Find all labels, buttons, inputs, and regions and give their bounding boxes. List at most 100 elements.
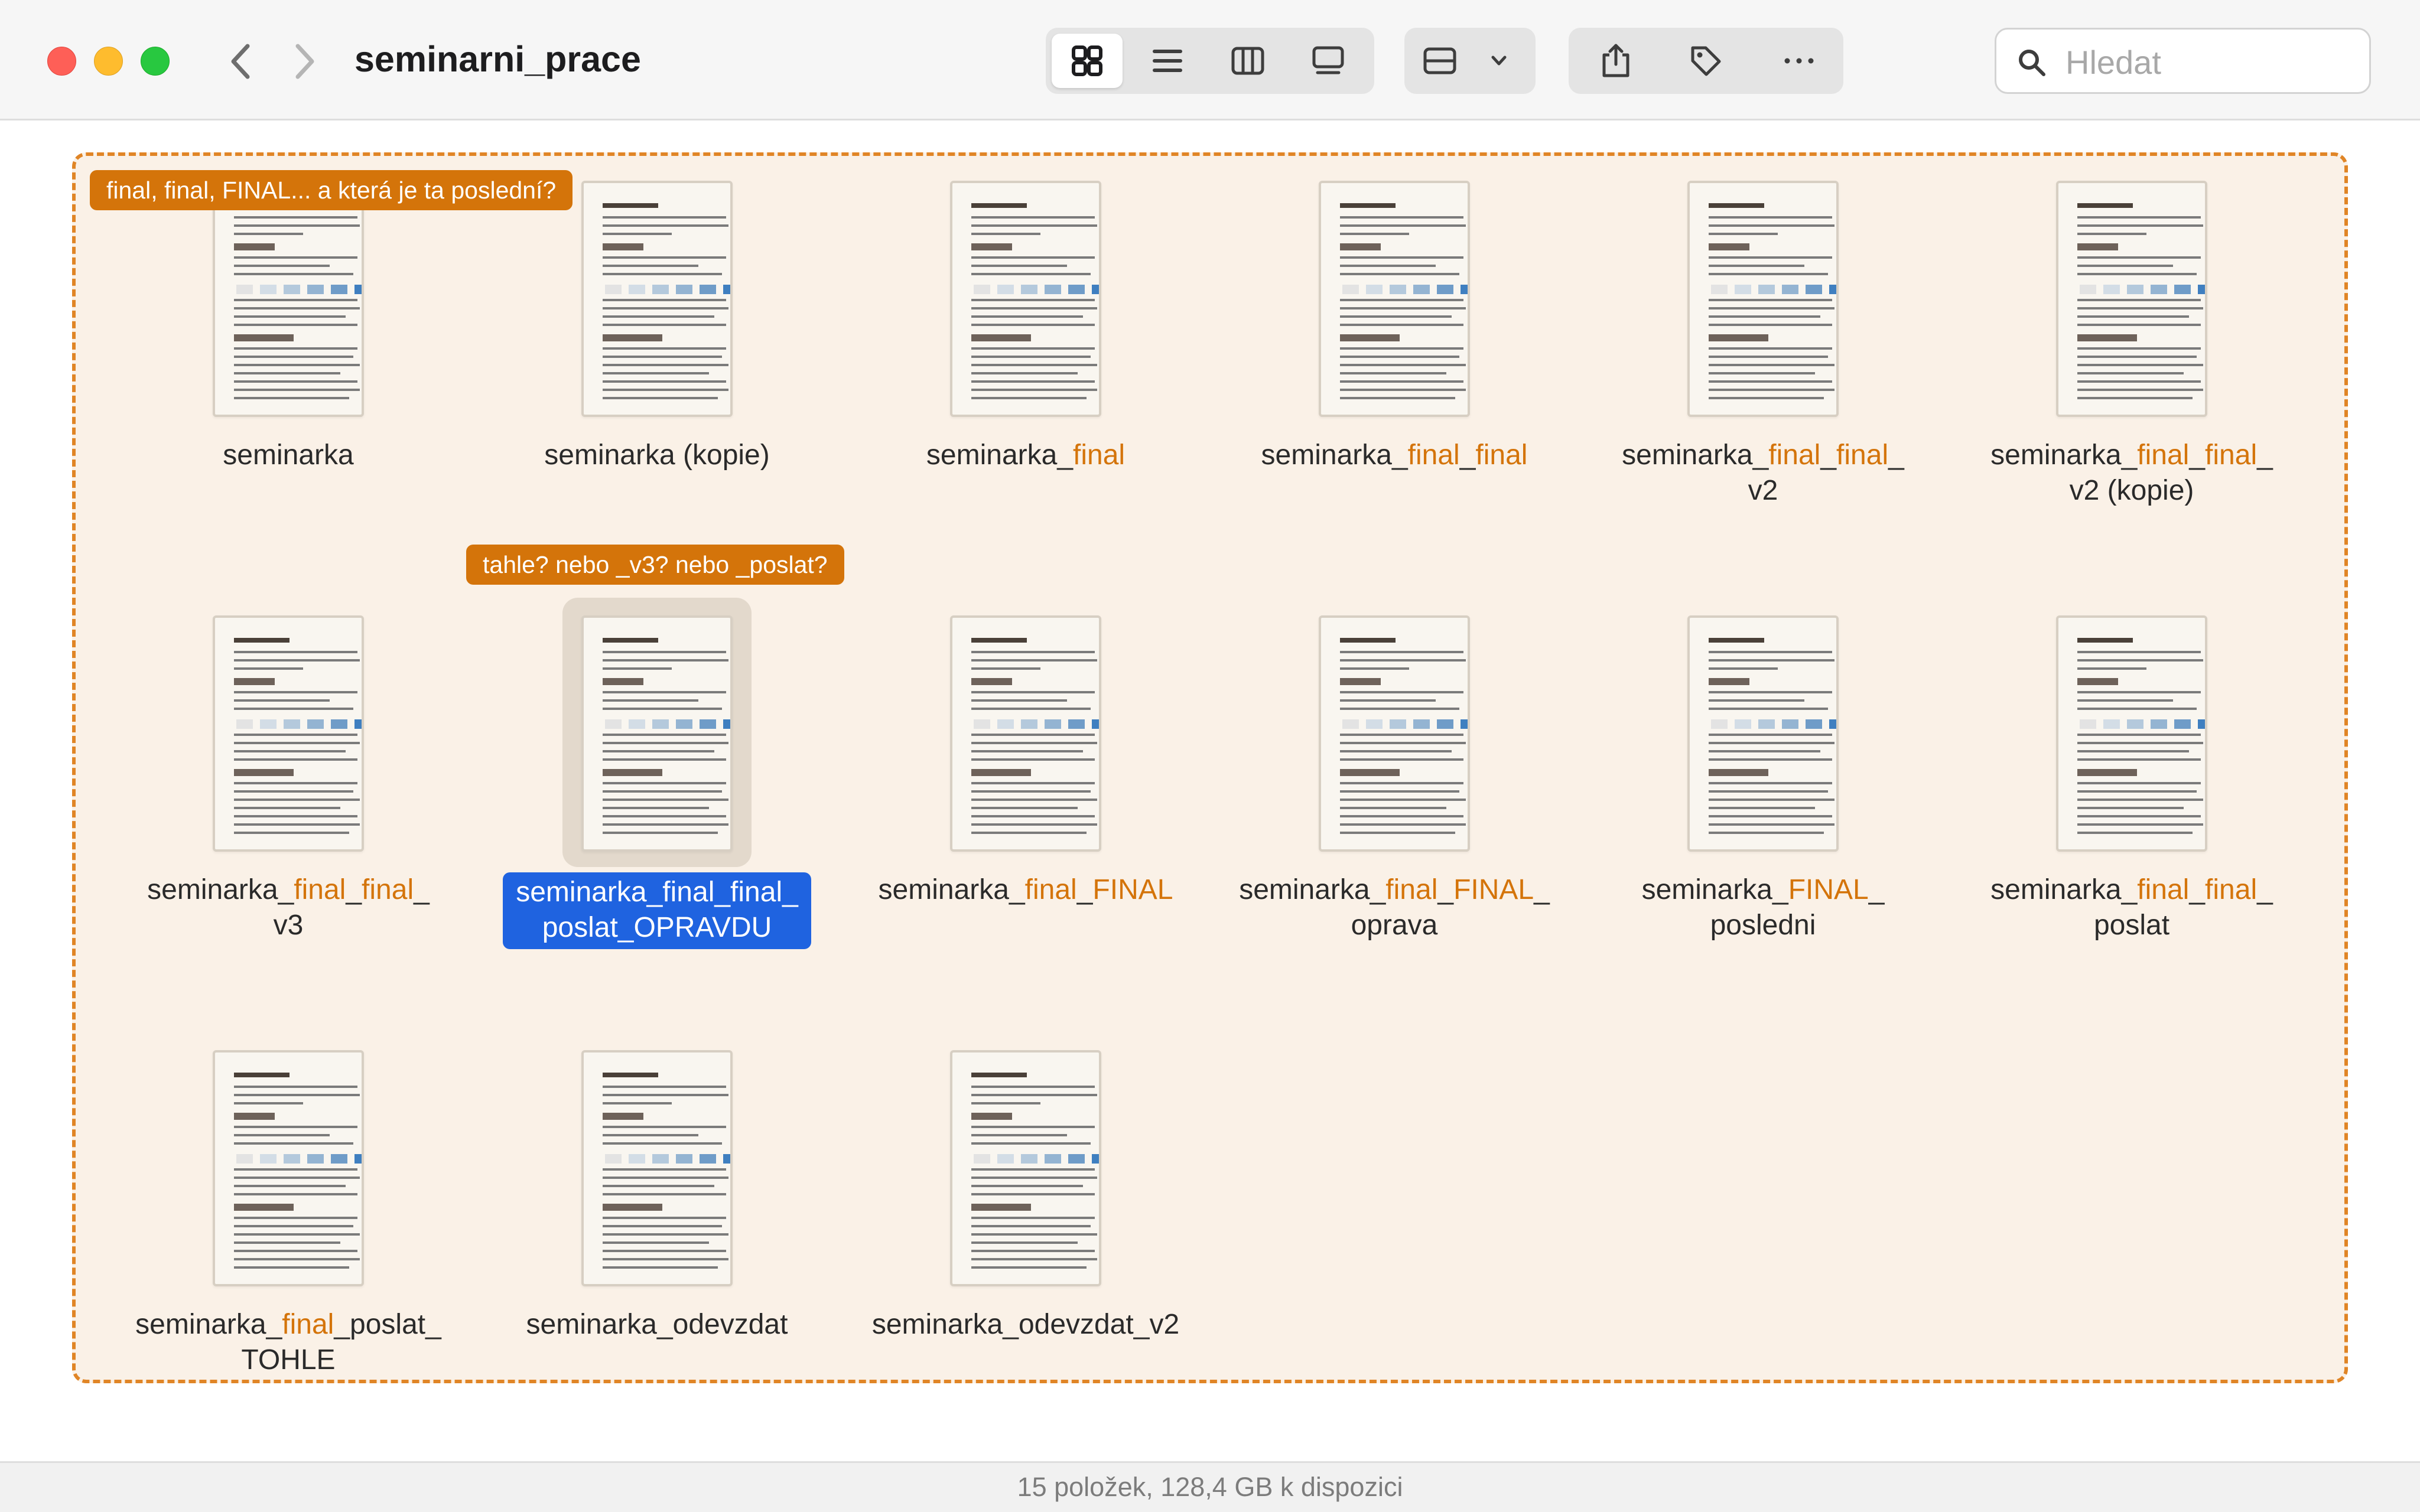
- file-name-part: posledni: [1710, 910, 1816, 941]
- file-item[interactable]: seminarka_final: [848, 181, 1203, 535]
- file-name-highlight: final: [1407, 439, 1460, 471]
- file-item[interactable]: seminarka_final_final_ v2 (kopie): [1954, 181, 2309, 535]
- search-field[interactable]: [1995, 28, 2371, 94]
- file-name-part: seminarka_: [878, 874, 1025, 905]
- document-icon: [1319, 615, 1470, 852]
- file-name: seminarka (kopie): [480, 438, 834, 473]
- file-name-highlight: FINAL: [1453, 874, 1534, 905]
- more-button[interactable]: [1770, 34, 1829, 88]
- list-icon: [1153, 50, 1182, 72]
- document-icon: [581, 181, 733, 417]
- file-name-line: posledni: [1586, 908, 1940, 943]
- file-name-part: v2 (kopie): [2069, 475, 2194, 506]
- group-by-button[interactable]: [1416, 34, 1463, 88]
- document-icon: [213, 181, 364, 417]
- file-name: seminarka_final_final_ poslat: [1954, 872, 2309, 943]
- column-view-button[interactable]: [1212, 34, 1283, 88]
- gallery-icon: [1312, 46, 1344, 74]
- file-name-line: seminarka_final_final_: [1954, 438, 2309, 473]
- list-view-button[interactable]: [1132, 34, 1203, 88]
- file-item[interactable]: seminarka_FINAL_ posledni: [1586, 615, 1940, 970]
- grid-icon: [1072, 45, 1102, 76]
- file-name-highlight: final: [1024, 874, 1077, 905]
- file-name-part: seminarka_: [1622, 439, 1769, 471]
- file-name: seminarka_final_final_ poslat_OPRAVDU: [480, 872, 834, 949]
- file-item[interactable]: seminarka_odevzdat_v2: [848, 1050, 1203, 1405]
- file-name: seminarka_final: [848, 438, 1203, 473]
- chevron-right-icon: [295, 44, 314, 79]
- file-name-line: seminarka_final: [848, 438, 1203, 473]
- file-item[interactable]: seminarka_final_FINAL: [848, 615, 1203, 970]
- group-by-control[interactable]: [1404, 28, 1536, 94]
- file-name-line: seminarka_final_final_: [516, 875, 798, 910]
- close-window-button[interactable]: [47, 47, 76, 76]
- file-name-highlight: final: [362, 874, 414, 905]
- file-name-part: _: [1868, 874, 1885, 905]
- file-name: seminarka_final_final_ v2 (kopie): [1954, 438, 2309, 509]
- file-item[interactable]: seminarka_final_final_ v2: [1586, 181, 1940, 535]
- document-icon: [581, 1050, 733, 1286]
- file-name-selected: seminarka_final_final_ poslat_OPRAVDU: [503, 872, 811, 949]
- file-item[interactable]: seminarka_final_final_ poslat: [1954, 615, 2309, 970]
- file-name-highlight: final: [2137, 874, 2190, 905]
- file-name: seminarka_odevzdat: [480, 1307, 834, 1342]
- file-name-highlight: final: [2205, 439, 2258, 471]
- zoom-window-button[interactable]: [141, 47, 170, 76]
- file-name-part: seminarka_odevzdat: [526, 1309, 788, 1340]
- tag-button[interactable]: [1676, 34, 1735, 88]
- document-icon: [950, 615, 1101, 852]
- document-icon: [2056, 615, 2207, 852]
- file-name-highlight: FINAL: [1788, 874, 1869, 905]
- file-name-line: seminarka_final_FINAL_: [1217, 872, 1572, 908]
- file-name-part: seminarka_: [1261, 439, 1408, 471]
- callout-middle: tahle? nebo _v3? nebo _poslat?: [466, 545, 844, 585]
- file-item[interactable]: seminarka_final_final: [1217, 181, 1572, 535]
- file-name-line: poslat: [1954, 908, 2309, 943]
- document-icon: [213, 1050, 364, 1286]
- gallery-view-button[interactable]: [1293, 34, 1364, 88]
- file-name-part: seminarka_: [135, 1309, 282, 1340]
- file-name-part: TOHLE: [241, 1344, 336, 1376]
- file-name-highlight: final: [294, 874, 346, 905]
- file-name-line: v2 (kopie): [1954, 473, 2309, 509]
- group-by-dropdown[interactable]: [1475, 34, 1523, 88]
- file-name-part: seminarka (kopie): [544, 439, 770, 471]
- callout-top: final, final, FINAL... a která je ta pos…: [90, 170, 573, 210]
- share-button[interactable]: [1586, 34, 1645, 88]
- file-item[interactable]: seminarka_final_final_ poslat_OPRAVDU: [480, 598, 834, 970]
- file-name-part: _: [2257, 874, 2273, 905]
- search-input[interactable]: [2064, 40, 2362, 84]
- back-button[interactable]: [223, 38, 261, 85]
- icon-view-button[interactable]: [1052, 34, 1123, 88]
- file-name-part: v3: [273, 910, 304, 941]
- file-name-part: _: [1459, 439, 1476, 471]
- file-name-line: seminarka_final_final: [1217, 438, 1572, 473]
- file-name-part: v2: [1748, 475, 1778, 506]
- finder-window: seminarni_prace Hledat final, final, FIN…: [0, 0, 2420, 1512]
- file-name-part: _: [1534, 874, 1550, 905]
- columns-icon: [1231, 47, 1264, 75]
- file-item[interactable]: seminarka_odevzdat: [480, 1050, 834, 1405]
- forward-button[interactable]: [285, 38, 323, 85]
- file-name-highlight: final: [282, 1309, 334, 1340]
- file-name-part: seminarka_: [147, 874, 294, 905]
- file-name-part: poslat_OPRAVDU: [542, 912, 772, 943]
- file-name: seminarka: [111, 438, 466, 473]
- file-name-line: seminarka_final_poslat_: [111, 1307, 466, 1342]
- file-item[interactable]: seminarka_final_poslat_ TOHLE: [111, 1050, 466, 1405]
- minimize-window-button[interactable]: [94, 47, 123, 76]
- chevron-left-icon: [231, 44, 250, 79]
- share-icon: [1602, 44, 1629, 77]
- file-item[interactable]: seminarka: [111, 181, 466, 535]
- file-name: seminarka_odevzdat_v2: [848, 1307, 1203, 1342]
- document-icon: [1319, 181, 1470, 417]
- document-icon: [1687, 615, 1839, 852]
- file-name-line: seminarka_odevzdat_v2: [848, 1307, 1203, 1342]
- status-bar: 15 položek, 128,4 GB k dispozici: [0, 1461, 2420, 1512]
- file-item[interactable]: seminarka_final_FINAL_ oprava: [1217, 615, 1572, 970]
- file-item[interactable]: seminarka_final_final_ v3: [111, 615, 466, 970]
- file-item[interactable]: seminarka (kopie): [480, 181, 834, 535]
- view-switcher: [1046, 28, 1374, 94]
- file-name-line: seminarka (kopie): [480, 438, 834, 473]
- file-name-highlight: final: [2205, 874, 2258, 905]
